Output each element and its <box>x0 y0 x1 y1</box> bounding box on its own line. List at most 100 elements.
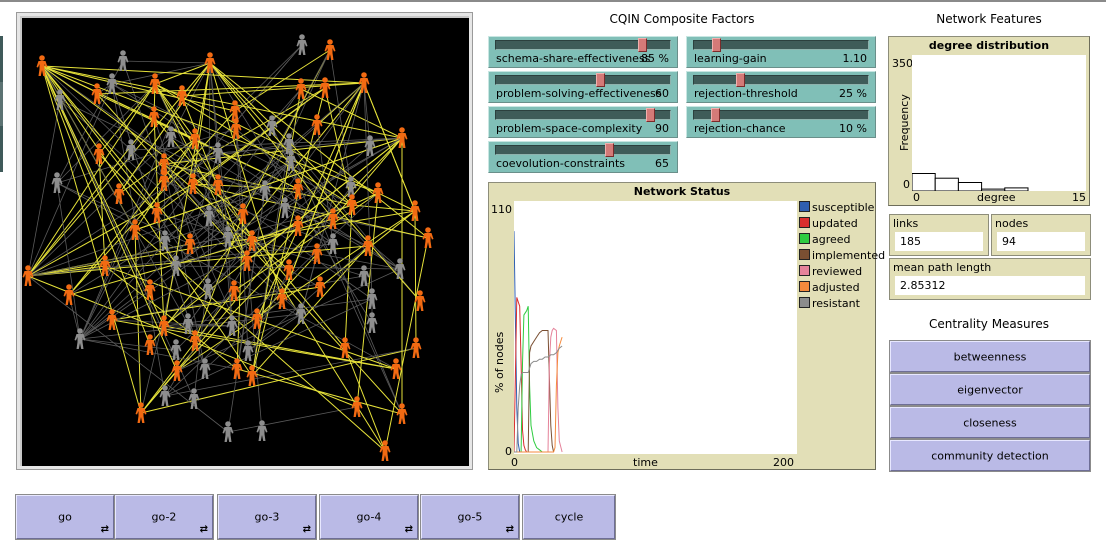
slider-coevolution-constraints[interactable]: coevolution-constraints 65 <box>488 141 678 173</box>
slider-rejection-threshold[interactable]: rejection-threshold 25 % <box>686 71 876 103</box>
legend-item-susceptible: susceptible <box>799 201 874 215</box>
button-label: community detection <box>931 449 1049 462</box>
slider-value: 60 <box>655 87 669 100</box>
slider-rejection-chance[interactable]: rejection-chance 10 % <box>686 106 876 138</box>
nodes-monitor: nodes 94 <box>991 214 1091 256</box>
monitor-value: 185 <box>895 232 983 251</box>
slider-thumb[interactable] <box>710 108 720 122</box>
strong-link <box>344 204 353 349</box>
go-4-button[interactable]: go-4 ⇄ <box>320 495 418 539</box>
composite-factors-title: CQIN Composite Factors <box>609 12 755 26</box>
person-icon-active[interactable] <box>246 365 258 386</box>
y-axis-label: % of nodes <box>493 331 506 393</box>
person-icon-active[interactable] <box>91 83 103 104</box>
side-tab[interactable] <box>0 36 3 82</box>
links-monitor: links 185 <box>889 214 989 256</box>
slider-thumb[interactable] <box>604 143 614 157</box>
x-min-label: 0 <box>511 456 518 469</box>
slider-track[interactable] <box>495 110 671 120</box>
x-max-label: 15 <box>1072 191 1086 204</box>
betweenness-button[interactable]: betweenness <box>890 341 1090 372</box>
person-icon-active[interactable] <box>311 114 323 135</box>
slider-value: 1.10 <box>842 52 868 65</box>
x-axis-label: degree <box>977 191 1016 204</box>
person-icon-active[interactable] <box>410 337 422 358</box>
histogram-bar <box>934 177 959 191</box>
go-button[interactable]: go ⇄ <box>16 495 114 539</box>
person-icon-passive[interactable] <box>222 421 234 442</box>
x-max-label: 200 <box>773 456 794 469</box>
world-view <box>16 12 473 470</box>
slider-thumb[interactable] <box>646 108 656 122</box>
slider-label: learning-gain <box>694 52 767 65</box>
top-divider <box>0 0 1106 2</box>
plot-title: Network Status <box>633 185 731 198</box>
community-detection-button[interactable]: community detection <box>890 440 1090 471</box>
slider-schema-share-effectiveness[interactable]: schema-share-effectiveness 85 % <box>488 36 678 68</box>
person-icon-active[interactable] <box>379 440 391 461</box>
legend-label: reviewed <box>812 265 863 278</box>
slider-label: coevolution-constraints <box>496 157 625 170</box>
slider-thumb[interactable] <box>596 73 606 87</box>
legend-swatch <box>799 249 810 260</box>
button-label: go <box>58 510 72 524</box>
slider-problem-solving-effectiveness[interactable]: problem-solving-effectiveness 60 <box>488 71 678 103</box>
go-3-button[interactable]: go-3 ⇄ <box>218 495 316 539</box>
legend-item-reviewed: reviewed <box>799 265 862 279</box>
person-icon-passive[interactable] <box>296 34 308 55</box>
person-icon-passive[interactable] <box>366 312 378 333</box>
person-icon-passive[interactable] <box>256 420 268 441</box>
slider-track[interactable] <box>693 75 869 85</box>
slider-track[interactable] <box>495 75 671 85</box>
degree-plot-area <box>912 55 1086 191</box>
monitor-label: links <box>893 217 919 230</box>
monitor-value: 2.85312 <box>895 276 1085 295</box>
cycle-button[interactable]: cycle <box>523 495 615 539</box>
person-icon-passive[interactable] <box>125 139 137 160</box>
weak-link <box>227 406 358 433</box>
person-icon-passive[interactable] <box>327 233 339 254</box>
y-min-label: 0 <box>505 445 512 458</box>
eigenvector-button[interactable]: eigenvector <box>890 374 1090 405</box>
button-label: eigenvector <box>957 383 1023 396</box>
person-icon-active[interactable] <box>135 402 147 423</box>
side-tab[interactable] <box>0 126 3 172</box>
weak-link <box>27 83 113 277</box>
go-5-button[interactable]: go-5 ⇄ <box>421 495 519 539</box>
slider-track[interactable] <box>495 145 671 155</box>
network-graph[interactable] <box>22 18 471 466</box>
x-min-label: 0 <box>913 191 920 204</box>
person-icon-active[interactable] <box>422 227 434 248</box>
person-icon-active[interactable] <box>106 309 118 330</box>
go-2-button[interactable]: go-2 ⇄ <box>115 495 213 539</box>
person-icon-active[interactable] <box>372 182 384 203</box>
forever-icon: ⇄ <box>505 524 514 535</box>
slider-learning-gain[interactable]: learning-gain 1.10 <box>686 36 876 68</box>
person-icon-active[interactable] <box>63 284 75 305</box>
person-icon-active[interactable] <box>22 265 34 286</box>
slider-thumb[interactable] <box>712 38 722 52</box>
slider-thumb[interactable] <box>735 73 745 87</box>
slider-label: schema-share-effectiveness <box>496 52 651 65</box>
button-label: go-2 <box>151 510 177 524</box>
strong-link <box>384 237 429 452</box>
legend-item-updated: updated <box>799 217 858 231</box>
y-min-label: 0 <box>903 178 910 191</box>
slider-thumb[interactable] <box>637 38 647 52</box>
slider-value: 90 <box>655 122 669 135</box>
legend-swatch <box>799 297 810 308</box>
button-label: closeness <box>963 416 1017 429</box>
weak-link <box>204 298 283 370</box>
weak-link <box>41 65 132 151</box>
person-icon-active[interactable] <box>151 202 163 223</box>
button-label: go-5 <box>457 510 483 524</box>
slider-problem-space-complexity[interactable]: problem-space-complexity 90 <box>488 106 678 138</box>
button-label: betweenness <box>953 350 1027 363</box>
closeness-button[interactable]: closeness <box>890 407 1090 438</box>
button-label: go-4 <box>356 510 382 524</box>
person-icon-passive[interactable] <box>394 258 406 279</box>
side-tab[interactable] <box>0 82 3 126</box>
person-icon-active[interactable] <box>314 276 326 297</box>
plot-title: degree distribution <box>928 39 1050 52</box>
slider-value: 10 % <box>839 122 867 135</box>
